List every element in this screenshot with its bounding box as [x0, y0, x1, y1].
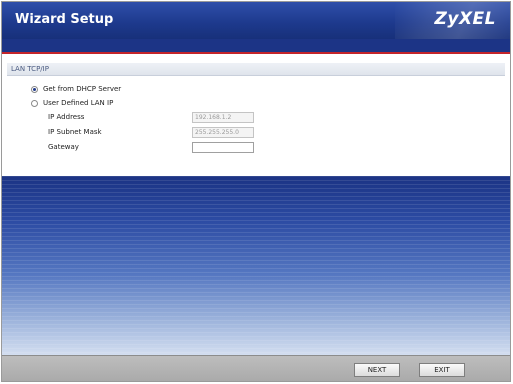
- subnet-mask-field[interactable]: 255.255.255.0: [192, 127, 254, 138]
- radio-user-defined[interactable]: [31, 99, 38, 107]
- footer-bar: NEXT EXIT: [2, 355, 510, 381]
- next-button[interactable]: NEXT: [354, 363, 400, 377]
- decorative-stripes: [2, 176, 510, 355]
- content-panel: LAN TCP/IP Get from DHCP Server User Def…: [2, 54, 510, 176]
- subheader-bar: [2, 39, 510, 54]
- zyxel-logo: ZyXEL: [434, 9, 496, 29]
- ip-address-field[interactable]: 192.168.1.2: [192, 112, 254, 123]
- section-title: LAN TCP/IP: [7, 63, 505, 76]
- radio-dhcp-row[interactable]: Get from DHCP Server: [31, 85, 121, 93]
- subnet-mask-label: IP Subnet Mask: [48, 128, 102, 136]
- ip-address-label: IP Address: [48, 113, 85, 121]
- gateway-label: Gateway: [48, 143, 79, 151]
- exit-button[interactable]: EXIT: [419, 363, 465, 377]
- header-bar: Wizard Setup ZyXEL: [2, 2, 510, 39]
- radio-user-defined-label: User Defined LAN IP: [43, 99, 114, 107]
- gateway-field[interactable]: [192, 142, 254, 153]
- wizard-title: Wizard Setup: [15, 12, 114, 27]
- radio-user-defined-row[interactable]: User Defined LAN IP: [31, 99, 113, 107]
- wizard-window: Wizard Setup ZyXEL LAN TCP/IP Get from D…: [1, 1, 511, 382]
- radio-dhcp[interactable]: [31, 85, 38, 93]
- radio-dhcp-label: Get from DHCP Server: [43, 85, 122, 93]
